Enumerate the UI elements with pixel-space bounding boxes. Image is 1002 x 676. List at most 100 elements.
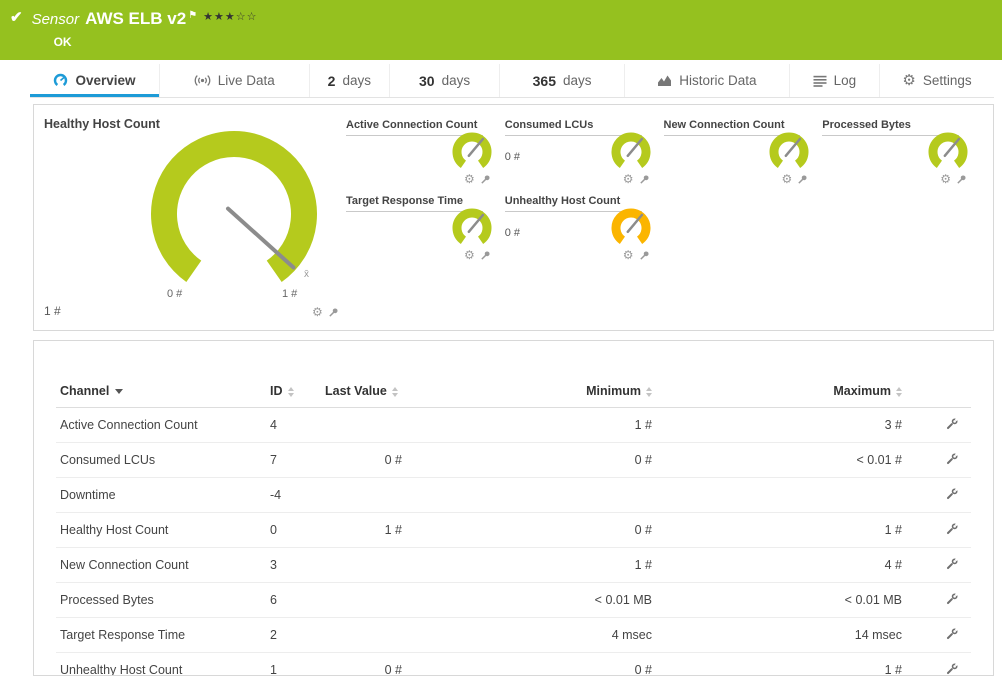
gauge-scale-min: 0 #: [167, 288, 183, 300]
primary-gauge-healthy-host-count: Healthy Host Count x̄ 0 # 1 # 1 # ⚙: [34, 105, 346, 330]
gear-icon[interactable]: ⚙: [781, 173, 792, 185]
tab-30-days[interactable]: 30 days: [389, 64, 499, 97]
tab-label: days: [563, 73, 592, 88]
gear-icon: ⚙: [902, 72, 916, 89]
wrench-icon[interactable]: [946, 627, 959, 643]
wrench-icon[interactable]: [946, 487, 959, 503]
channel-last-value: [321, 477, 406, 513]
tab-log[interactable]: Log: [788, 64, 879, 97]
table-row: Unhealthy Host Count 1 0 # 0 # 1 #: [56, 652, 971, 675]
table-row: Target Response Time 2 4 msec 14 msec: [56, 617, 971, 653]
sensor-kind-label: Sensor: [31, 11, 80, 28]
channel-last-value: 0 #: [321, 442, 406, 478]
gauge-actions: ⚙: [312, 306, 339, 318]
pin-icon[interactable]: [480, 174, 491, 185]
sort-icons: [646, 386, 652, 397]
channel-last-value: 0 #: [321, 652, 406, 675]
channel-id: 0: [266, 512, 321, 548]
gear-icon[interactable]: ⚙: [464, 249, 475, 261]
channel-name: Target Response Time: [56, 617, 266, 653]
gauge-new-connection-count: New Connection Count ⚙: [663, 119, 823, 195]
gauge-actions: ⚙: [623, 173, 650, 185]
channel-minimum: 0 #: [406, 652, 656, 675]
wrench-icon[interactable]: [946, 557, 959, 573]
tab-label: Live Data: [217, 73, 275, 88]
tab-live-data[interactable]: Live Data: [158, 64, 309, 97]
sort-desc-icon: [115, 389, 124, 395]
wrench-icon[interactable]: [946, 522, 959, 538]
tab-2-days[interactable]: 2 days: [308, 64, 389, 97]
table-row: Consumed LCUs 7 0 # 0 # < 0.01 #: [56, 442, 971, 478]
gauges-panel: Healthy Host Count x̄ 0 # 1 # 1 # ⚙ Acti…: [33, 104, 994, 331]
column-label: ID: [270, 384, 283, 398]
priority-stars[interactable]: ★★★☆☆: [203, 11, 257, 23]
gauge-needle: [226, 206, 296, 270]
channel-maximum: [656, 477, 906, 513]
channel-id: 7: [266, 442, 321, 478]
gear-icon[interactable]: ⚙: [940, 173, 951, 185]
table-row: Active Connection Count 4 1 # 3 #: [56, 407, 971, 443]
wrench-icon[interactable]: [946, 662, 959, 675]
column-header-channel[interactable]: Channel: [56, 375, 266, 408]
tab-365-days[interactable]: 365 days: [499, 64, 624, 97]
channel-minimum: [406, 477, 656, 513]
channel-minimum: 0 #: [406, 442, 656, 478]
pin-icon[interactable]: [797, 174, 808, 185]
sort-icons: [896, 386, 902, 397]
channel-id: -4: [266, 477, 321, 513]
channel-minimum: 0 #: [406, 512, 656, 548]
channel-id: 2: [266, 617, 321, 653]
tab-label: days: [342, 73, 371, 88]
sort-icons: [287, 386, 294, 397]
channel-minimum: 4 msec: [406, 617, 656, 653]
channels-table: Channel ID Last Value Minimum Maximum Ac…: [56, 375, 971, 675]
column-header-actions: [906, 375, 971, 408]
tab-overview[interactable]: Overview: [30, 64, 159, 97]
pin-icon[interactable]: [328, 307, 339, 318]
column-header-last-value[interactable]: Last Value: [321, 375, 406, 408]
gear-icon[interactable]: ⚙: [623, 173, 634, 185]
mini-gauges-grid: Active Connection Count ⚙ Consumed LCUs: [346, 105, 993, 330]
pin-icon[interactable]: [480, 250, 491, 261]
pin-icon[interactable]: [639, 174, 650, 185]
wrench-icon[interactable]: [946, 452, 959, 468]
channel-id: 6: [266, 582, 321, 618]
column-header-maximum[interactable]: Maximum: [656, 375, 906, 408]
pin-icon[interactable]: [956, 174, 967, 185]
mini-gauge-value: 0 #: [504, 227, 521, 239]
table-row: Processed Bytes 6 < 0.01 MB < 0.01 MB: [56, 582, 971, 618]
wrench-icon[interactable]: [946, 417, 959, 433]
channel-maximum: 3 #: [656, 407, 906, 443]
table-spacer: [56, 341, 971, 375]
channel-maximum: < 0.01 #: [656, 442, 906, 478]
column-header-id[interactable]: ID: [266, 375, 321, 408]
live-data-icon: [194, 75, 211, 86]
overview-icon: [54, 73, 68, 86]
mini-gauge: [769, 132, 809, 168]
channel-maximum: < 0.01 MB: [656, 582, 906, 618]
table-header-row: Channel ID Last Value Minimum Maximum: [56, 375, 971, 408]
tab-number: 2: [327, 72, 336, 89]
gear-icon[interactable]: ⚙: [312, 306, 323, 318]
channel-last-value: [321, 547, 406, 583]
tab-settings[interactable]: ⚙ Settings: [878, 64, 994, 97]
channel-name: Unhealthy Host Count: [56, 652, 266, 675]
wrench-icon[interactable]: [946, 592, 959, 608]
tab-label: Settings: [922, 73, 972, 88]
gear-icon[interactable]: ⚙: [623, 249, 634, 261]
tab-label: Log: [833, 73, 857, 88]
mini-gauge: [611, 132, 650, 168]
pin-icon[interactable]: [639, 250, 650, 261]
channel-last-value: [321, 407, 406, 443]
gear-icon[interactable]: ⚙: [464, 173, 475, 185]
column-header-minimum[interactable]: Minimum: [406, 375, 656, 408]
table-row: New Connection Count 3 1 # 4 #: [56, 547, 971, 583]
channel-id: 4: [266, 407, 321, 443]
gauge-actions: ⚙: [464, 249, 491, 261]
channel-id: 3: [266, 547, 321, 583]
mini-gauge: [611, 208, 650, 244]
gauge-target-response-time: Target Response Time ⚙: [346, 195, 505, 271]
channel-last-value: [321, 617, 406, 653]
column-label: Minimum: [586, 384, 641, 398]
tab-historic-data[interactable]: Historic Data: [624, 64, 789, 97]
